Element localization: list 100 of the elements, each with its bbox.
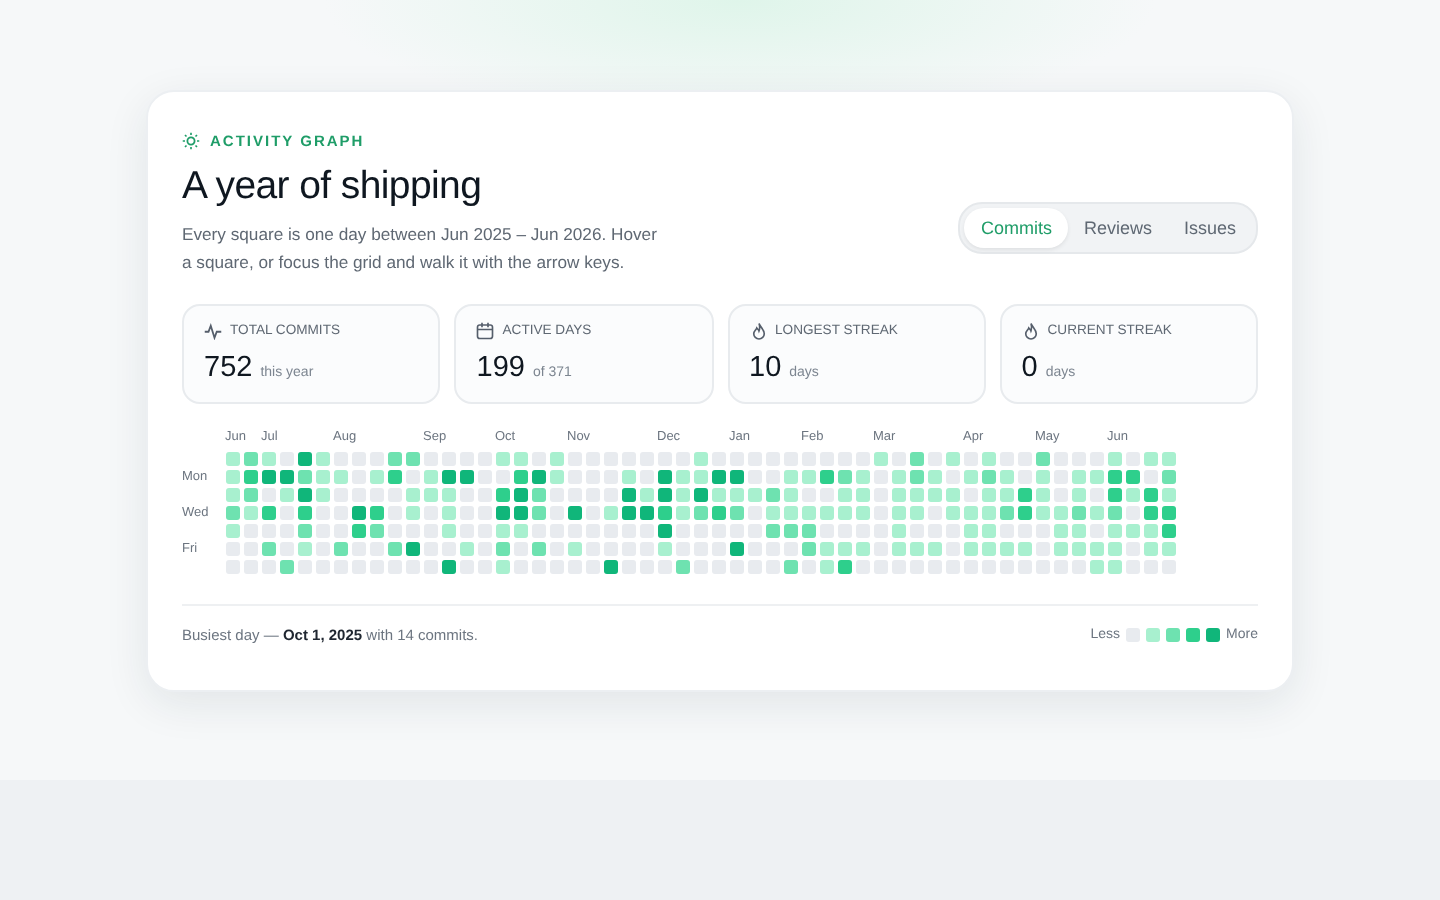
day-square[interactable] (1143, 541, 1158, 556)
day-square[interactable] (783, 469, 798, 484)
day-square[interactable] (369, 541, 384, 556)
day-square[interactable] (1125, 523, 1140, 538)
day-square[interactable] (1089, 469, 1104, 484)
day-square[interactable] (801, 559, 816, 574)
day-square[interactable] (441, 487, 456, 502)
day-square[interactable] (441, 505, 456, 520)
day-square[interactable] (1053, 469, 1068, 484)
day-square[interactable] (279, 541, 294, 556)
day-square[interactable] (1125, 505, 1140, 520)
day-square[interactable] (1107, 541, 1122, 556)
day-square[interactable] (549, 451, 564, 466)
day-square[interactable] (459, 469, 474, 484)
day-square[interactable] (1035, 523, 1050, 538)
day-square[interactable] (621, 487, 636, 502)
day-square[interactable] (423, 505, 438, 520)
day-square[interactable] (279, 559, 294, 574)
day-square[interactable] (981, 487, 996, 502)
day-square[interactable] (909, 505, 924, 520)
day-square[interactable] (1017, 469, 1032, 484)
day-square[interactable] (567, 523, 582, 538)
day-square[interactable] (693, 451, 708, 466)
day-square[interactable] (405, 505, 420, 520)
day-square[interactable] (909, 523, 924, 538)
day-square[interactable] (981, 451, 996, 466)
day-square[interactable] (333, 559, 348, 574)
day-square[interactable] (495, 505, 510, 520)
day-square[interactable] (1053, 523, 1068, 538)
day-square[interactable] (639, 487, 654, 502)
day-square[interactable] (369, 487, 384, 502)
day-square[interactable] (621, 559, 636, 574)
day-square[interactable] (945, 541, 960, 556)
tab[interactable]: Issues (1167, 208, 1252, 248)
day-square[interactable] (1161, 505, 1176, 520)
day-square[interactable] (297, 469, 312, 484)
day-square[interactable] (819, 469, 834, 484)
day-square[interactable] (315, 523, 330, 538)
day-square[interactable] (765, 523, 780, 538)
day-square[interactable] (459, 559, 474, 574)
day-square[interactable] (693, 505, 708, 520)
day-square[interactable] (801, 487, 816, 502)
day-square[interactable] (729, 559, 744, 574)
day-square[interactable] (1035, 469, 1050, 484)
day-square[interactable] (837, 559, 852, 574)
day-square[interactable] (261, 487, 276, 502)
day-square[interactable] (297, 451, 312, 466)
day-square[interactable] (1071, 541, 1086, 556)
day-square[interactable] (387, 505, 402, 520)
day-square[interactable] (909, 541, 924, 556)
day-square[interactable] (1125, 487, 1140, 502)
day-square[interactable] (225, 523, 240, 538)
day-square[interactable] (279, 469, 294, 484)
day-square[interactable] (675, 505, 690, 520)
day-square[interactable] (405, 451, 420, 466)
day-square[interactable] (351, 469, 366, 484)
day-square[interactable] (747, 541, 762, 556)
day-square[interactable] (495, 469, 510, 484)
day-square[interactable] (495, 451, 510, 466)
day-square[interactable] (819, 523, 834, 538)
day-square[interactable] (855, 487, 870, 502)
day-square[interactable] (297, 559, 312, 574)
day-square[interactable] (405, 487, 420, 502)
day-square[interactable] (405, 469, 420, 484)
day-square[interactable] (441, 469, 456, 484)
day-square[interactable] (639, 523, 654, 538)
day-square[interactable] (999, 487, 1014, 502)
day-square[interactable] (1017, 541, 1032, 556)
day-square[interactable] (441, 559, 456, 574)
day-square[interactable] (765, 541, 780, 556)
day-square[interactable] (855, 559, 870, 574)
day-square[interactable] (891, 451, 906, 466)
day-square[interactable] (531, 505, 546, 520)
day-square[interactable] (945, 469, 960, 484)
day-square[interactable] (495, 541, 510, 556)
day-square[interactable] (513, 541, 528, 556)
day-square[interactable] (531, 559, 546, 574)
day-square[interactable] (1071, 505, 1086, 520)
day-square[interactable] (279, 451, 294, 466)
day-square[interactable] (459, 487, 474, 502)
day-square[interactable] (531, 541, 546, 556)
day-square[interactable] (1017, 523, 1032, 538)
tab[interactable]: Commits (964, 208, 1068, 248)
day-square[interactable] (441, 523, 456, 538)
day-square[interactable] (963, 451, 978, 466)
day-square[interactable] (1053, 487, 1068, 502)
day-square[interactable] (1161, 523, 1176, 538)
day-square[interactable] (423, 451, 438, 466)
day-square[interactable] (297, 523, 312, 538)
day-square[interactable] (783, 523, 798, 538)
day-square[interactable] (387, 451, 402, 466)
day-square[interactable] (513, 559, 528, 574)
day-square[interactable] (855, 469, 870, 484)
day-square[interactable] (1161, 541, 1176, 556)
day-square[interactable] (315, 541, 330, 556)
day-square[interactable] (621, 505, 636, 520)
day-square[interactable] (819, 505, 834, 520)
day-square[interactable] (459, 541, 474, 556)
day-square[interactable] (495, 559, 510, 574)
day-square[interactable] (873, 469, 888, 484)
